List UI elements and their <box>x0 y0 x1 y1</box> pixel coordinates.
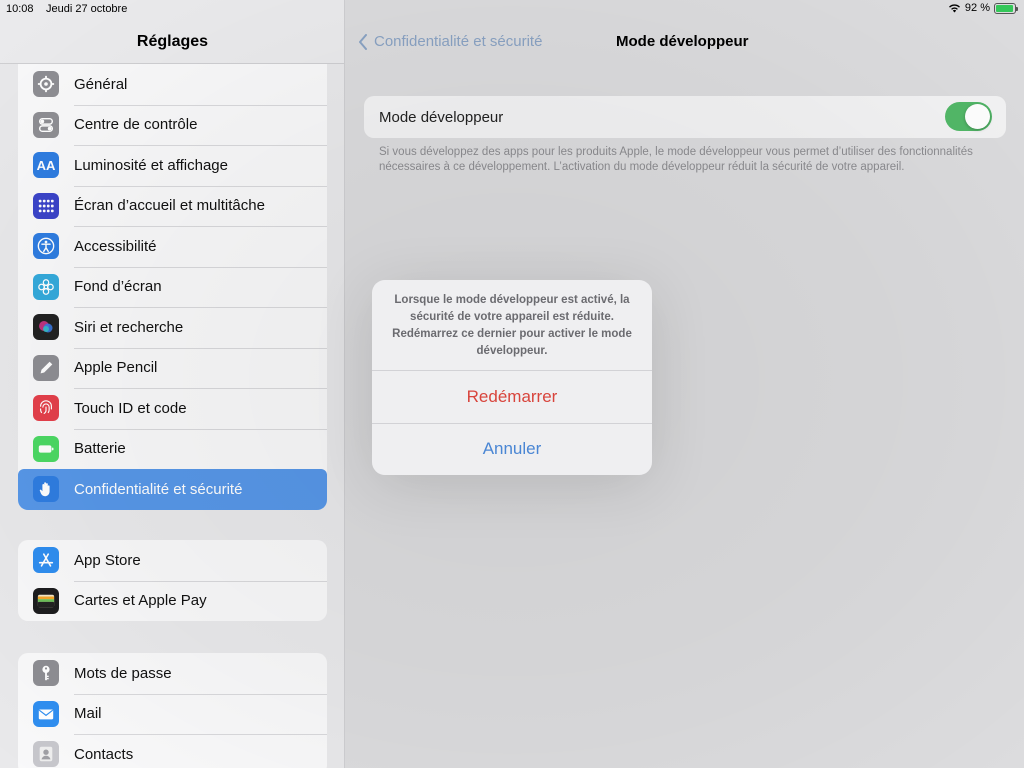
sidebar-item-label: Confidentialité et sécurité <box>74 480 243 498</box>
app-store-icon <box>33 547 59 574</box>
battery-fill <box>996 4 1013 12</box>
sidebar-item[interactable]: Mots de passe <box>18 653 327 694</box>
sidebar-item-label: Batterie <box>74 440 126 458</box>
battery-icon <box>994 2 1018 14</box>
developer-mode-toggle[interactable] <box>945 102 992 131</box>
alert-message: Lorsque le mode développeur est activé, … <box>392 294 632 357</box>
sidebar-item-label: Siri et recherche <box>74 318 184 336</box>
sidebar-item[interactable]: Batterie <box>18 428 327 470</box>
flower-icon <box>33 273 59 300</box>
hand-icon <box>33 476 59 503</box>
cancel-button[interactable]: Annuler <box>372 422 652 476</box>
sidebar-item[interactable]: Apple Pencil <box>18 347 327 389</box>
page-title: Mode développeur <box>616 33 749 50</box>
sidebar-item[interactable]: Confidentialité et sécurité <box>18 469 327 510</box>
sidebar-item-label: Mail <box>74 705 102 723</box>
sidebar-item[interactable]: Centre de contrôle <box>18 104 327 146</box>
pencil-icon <box>33 354 59 381</box>
battery-percent: 92 % <box>964 2 990 14</box>
toggle-knob <box>965 104 990 129</box>
sidebar-item-label: Accessibilité <box>74 237 157 255</box>
contacts-icon <box>33 741 59 768</box>
settings-group: Mots de passe Mail Contacts <box>18 653 327 768</box>
chevron-left-icon <box>359 33 367 50</box>
developer-mode-label: Mode développeur <box>379 108 504 126</box>
accessibility-icon <box>33 233 59 260</box>
wifi-icon <box>948 4 960 13</box>
sidebar-item-label: Cartes et Apple Pay <box>74 592 207 610</box>
sidebar-item-label: Mots de passe <box>74 664 172 682</box>
settings-group: Général Centre de contrôle AA Luminosité et… <box>18 64 327 510</box>
wallet-icon <box>33 587 59 614</box>
sidebar-item[interactable]: Accessibilité <box>18 226 327 267</box>
status-right: 92 % <box>948 2 1018 14</box>
sidebar-title: Réglages <box>136 33 209 50</box>
sidebar-item[interactable]: Siri et recherche <box>18 307 327 348</box>
sidebar-item-label: Touch ID et code <box>74 399 187 417</box>
toggles-icon <box>33 111 59 138</box>
status-date: Jeudi 27 octobre <box>46 3 128 15</box>
settings-group: App Store Cartes et Apple Pay <box>18 540 327 621</box>
sidebar-item-label: App Store <box>74 551 141 569</box>
sidebar-item[interactable]: Fond d’écran <box>18 266 327 308</box>
mail-icon <box>33 700 59 727</box>
text-size-icon: AA <box>33 152 59 179</box>
siri-icon <box>33 314 59 341</box>
sidebar-item-label: Écran d’accueil et multitâche <box>74 197 265 215</box>
sidebar-item-label: Luminosité et affichage <box>74 156 228 174</box>
status-bar: 10:08 Jeudi 27 octobre 92 % <box>0 0 1024 18</box>
fingerprint-icon <box>33 395 59 422</box>
gear-icon <box>33 71 59 98</box>
key-icon <box>33 660 59 687</box>
sidebar-item[interactable]: Mail <box>18 693 327 735</box>
sidebar-item-label: Général <box>74 75 128 93</box>
sidebar-item[interactable]: Écran d’accueil et multitâche <box>18 185 327 227</box>
sidebar-item-label: Centre de contrôle <box>74 116 198 134</box>
sidebar-item[interactable]: Contacts <box>18 734 327 768</box>
back-label: Confidentialité et sécurité <box>374 33 543 50</box>
settings-sidebar: Réglages Général Centre de contrôle AA Lumi… <box>0 0 345 768</box>
app-grid-icon <box>33 192 59 219</box>
sidebar-item[interactable]: Cartes et Apple Pay <box>18 580 327 622</box>
sidebar-item[interactable]: App Store <box>18 540 327 581</box>
back-button[interactable]: Confidentialité et sécurité <box>358 33 542 50</box>
sidebar-item-label: Fond d’écran <box>74 278 162 296</box>
developer-mode-row: Mode développeur <box>364 96 1006 138</box>
restart-alert: Lorsque le mode développeur est activé, … <box>372 280 652 475</box>
sidebar-item[interactable]: Touch ID et code <box>18 388 327 429</box>
sidebar-item-label: Apple Pencil <box>74 359 158 377</box>
battery-icon <box>33 435 59 462</box>
sidebar-item[interactable]: AA Luminosité et affichage <box>18 145 327 186</box>
restart-button[interactable]: Redémarrer <box>372 370 652 423</box>
sidebar-item-label: Contacts <box>74 745 134 763</box>
sidebar-item[interactable]: Général <box>18 64 327 105</box>
developer-mode-footnote: Si vous développez des apps pour les pro… <box>379 146 973 173</box>
status-time: 10:08 <box>6 3 34 15</box>
